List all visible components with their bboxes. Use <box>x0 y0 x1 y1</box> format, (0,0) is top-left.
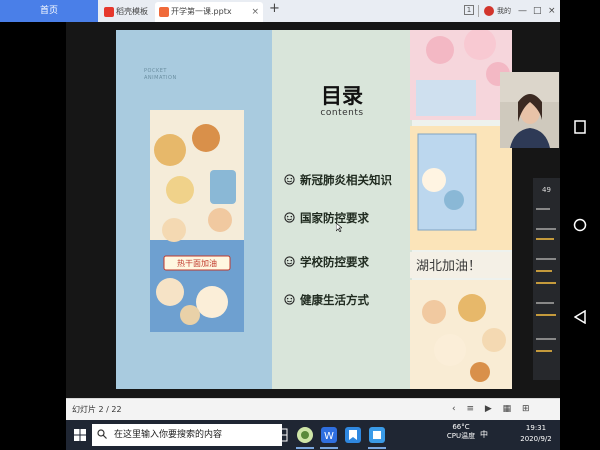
slide-indicator: 幻灯片 2 / 22 <box>72 405 122 414</box>
slide[interactable]: POCKET ANIMATION 热干面加油 目录 contents 新冠肺炎相… <box>116 30 512 389</box>
active-app-indicator <box>320 447 338 449</box>
phone-nav-bar <box>560 0 600 450</box>
chat-message <box>536 228 556 230</box>
slide-title: 目录 <box>321 84 363 108</box>
grid-app-icon[interactable] <box>272 426 290 444</box>
active-app-indicator <box>296 447 314 449</box>
cpu-temperature: 66°C CPU温度 <box>446 423 476 441</box>
smile-icon <box>284 212 295 223</box>
windows-start-icon[interactable] <box>74 429 86 441</box>
chat-message <box>536 314 556 316</box>
ppt-icon <box>159 6 169 17</box>
toc-item-2-label: 国家防控要求 <box>300 211 369 225</box>
system-tray[interactable]: 中 <box>480 429 488 440</box>
toc-item-3-label: 学校防控要求 <box>300 255 369 269</box>
food-cartoon-illustration: 热干面加油 <box>150 110 244 332</box>
chat-message <box>536 282 556 284</box>
back-icon[interactable] <box>574 310 586 324</box>
banner-left-text: 热干面加油 <box>177 258 217 268</box>
webcam-video <box>500 72 559 148</box>
temperature-label: CPU温度 <box>446 432 476 440</box>
wps-writer-icon[interactable]: W <box>320 426 338 444</box>
tab-pptx[interactable]: 开学第一课.pptx × <box>155 2 263 22</box>
chat-message <box>536 258 556 260</box>
minimize-button[interactable]: — <box>518 0 527 22</box>
divider <box>478 5 479 17</box>
chat-message <box>536 208 550 210</box>
login-label[interactable]: 我的 <box>497 0 511 22</box>
browser-app-icon[interactable] <box>296 426 314 444</box>
recent-apps-icon[interactable] <box>574 120 586 134</box>
close-button[interactable]: × <box>548 0 556 22</box>
search-icon <box>97 429 107 439</box>
slide-subtitle: contents <box>320 108 364 118</box>
toc-item-3: 学校防控要求 <box>284 254 369 270</box>
banner-right-text: 湖北加油！ <box>416 259 481 274</box>
tab-docer[interactable]: 稻壳模板 <box>100 2 152 22</box>
toc-item-1-label: 新冠肺炎相关知识 <box>300 173 392 187</box>
home-icon[interactable] <box>573 218 587 232</box>
chat-panel[interactable]: 49 <box>533 178 560 380</box>
chat-count: 49 <box>542 186 551 194</box>
meeting-app-icon[interactable] <box>368 426 386 444</box>
smile-icon <box>284 174 295 185</box>
ime-indicator[interactable]: 中 <box>480 430 488 439</box>
mouse-cursor-icon <box>336 223 342 232</box>
temperature-value: 66°C <box>452 423 470 431</box>
page-counter-icon[interactable]: 1 <box>464 5 474 15</box>
toc-item-2: 国家防控要求 <box>284 210 369 226</box>
active-app-indicator <box>368 447 386 449</box>
tab-home[interactable]: 首页 <box>0 0 98 22</box>
tab-pptx-label: 开学第一课.pptx <box>171 7 232 16</box>
maximize-button[interactable]: □ <box>533 0 542 22</box>
smile-icon <box>284 256 295 267</box>
city-cartoon-illustration: 湖北加油！ <box>410 30 512 389</box>
pocket-animation-text: POCKET ANIMATION <box>144 68 177 81</box>
task-view-icon[interactable] <box>248 426 266 444</box>
tab-close-icon[interactable]: × <box>251 2 259 22</box>
search-placeholder: 在这里输入你要搜索的内容 <box>114 430 223 440</box>
svg-text:W: W <box>324 431 334 442</box>
chat-message <box>536 338 556 340</box>
chat-message <box>536 238 554 240</box>
presentation-status-bar: 幻灯片 2 / 22 ‹ ≡ ▶ ▦ ⊞ <box>66 398 560 420</box>
chat-message <box>536 302 554 304</box>
new-tab-button[interactable]: + <box>269 1 280 16</box>
bookmark-app-icon[interactable] <box>344 426 362 444</box>
chat-message <box>536 350 552 352</box>
smile-icon <box>284 294 295 305</box>
toc-item-4: 健康生活方式 <box>284 292 369 308</box>
windows-taskbar: 在这里输入你要搜索的内容 W 66°C CPU温度 中 19:31 2020/9… <box>66 420 560 450</box>
tab-docer-label: 稻壳模板 <box>116 7 148 16</box>
toc-item-1: 新冠肺炎相关知识 <box>284 172 392 188</box>
avatar[interactable] <box>484 6 494 16</box>
docer-icon <box>104 6 114 17</box>
browser-tab-bar: 首页 稻壳模板 开学第一课.pptx × + 1 我的 — □ × <box>0 0 560 22</box>
clock-date: 2020/9/2 <box>520 435 552 443</box>
clock-time: 19:31 <box>525 424 547 432</box>
taskbar-clock[interactable]: 19:31 2020/9/2 <box>512 423 560 445</box>
view-controls[interactable]: ‹ ≡ ▶ ▦ ⊞ <box>452 399 534 420</box>
chat-message <box>536 270 552 272</box>
toc-item-4-label: 健康生活方式 <box>300 293 369 307</box>
